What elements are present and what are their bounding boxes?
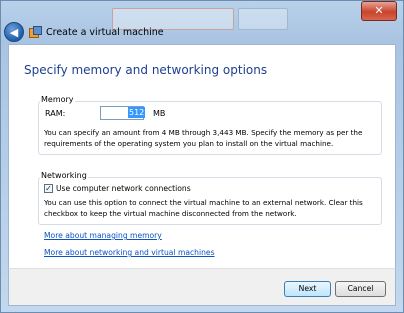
networking-group-label: Networking [40, 171, 88, 180]
page-heading: Specify memory and networking options [24, 63, 268, 77]
back-arrow-icon[interactable]: ◀ [4, 22, 24, 42]
use-network-checkbox-label[interactable]: Use computer network connections [56, 184, 191, 193]
use-network-checkbox[interactable]: ✓ [44, 184, 53, 193]
link-networking-vms[interactable]: More about networking and virtual machin… [44, 248, 215, 257]
title-bar: ◀ Create a virtual machine [4, 22, 164, 42]
virtual-machine-icon [29, 26, 42, 38]
background-window-fragment-2 [238, 8, 288, 30]
memory-description: You can specify an amount from 4 MB thro… [44, 128, 363, 148]
networking-description: You can use this option to connect the v… [44, 198, 363, 218]
ram-unit: MB [153, 109, 166, 118]
ram-input-value[interactable]: 512 [128, 107, 146, 118]
window-title: Create a virtual machine [46, 26, 164, 38]
cancel-button[interactable]: Cancel [335, 281, 386, 297]
next-button[interactable]: Next [284, 281, 331, 297]
close-icon[interactable]: ✕ [361, 1, 397, 21]
link-managing-memory[interactable]: More about managing memory [44, 231, 162, 240]
memory-group-label: Memory [40, 95, 75, 104]
ram-label: RAM: [45, 109, 66, 118]
